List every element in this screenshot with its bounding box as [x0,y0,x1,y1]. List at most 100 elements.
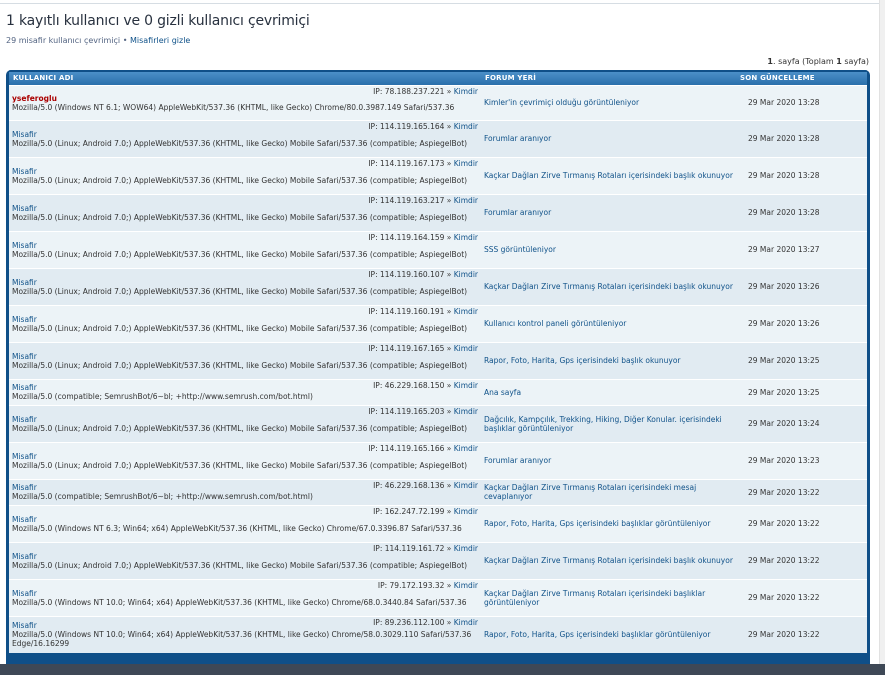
whois-link[interactable]: Kimdir [454,507,478,516]
online-users-table: KULLANICI ADI FORUM YERİ SON GÜNCELLEME … [9,70,867,653]
ip-address: IP: 114.119.160.191 [368,306,445,316]
user-agent: Mozilla/5.0 (Linux; Android 7.0;) AppleW… [12,360,468,370]
ip-address: IP: 46.229.168.150 [373,380,445,390]
user-agent: Mozilla/5.0 (Linux; Android 7.0;) AppleW… [12,323,468,333]
user-agent: Mozilla/5.0 (Linux; Android 7.0;) AppleW… [12,212,468,222]
guest-name: Misafir [12,514,37,524]
user-agent: Mozilla/5.0 (Linux; Android 7.0;) AppleW… [12,460,468,470]
forum-location-link[interactable]: Kaçkar Dağları Zirve Tırmanış Rotaları i… [484,589,705,607]
location-cell: Forumlar aranıyor [481,441,736,479]
forum-location-link[interactable]: Kaçkar Dağları Zirve Tırmanış Rotaları i… [484,171,733,180]
forum-location-link[interactable]: Rapor, Foto, Harita, Gps içerisindeki ba… [484,630,710,639]
whois-link[interactable]: Kimdir [454,618,478,627]
guest-name: Misafir [12,129,37,139]
pagination-info: 1. sayfa (Toplam 1 sayfa) [767,57,869,66]
forum-location-link[interactable]: Forumlar aranıyor [484,134,551,143]
whois-link[interactable]: Kimdir [454,381,478,390]
whois-link[interactable]: Kimdir [454,233,478,242]
whois-link[interactable]: Kimdir [454,307,478,316]
user-agent: Mozilla/5.0 (Linux; Android 7.0;) AppleW… [12,286,468,296]
user-agent: Mozilla/5.0 (compatible; SemrushBot/6~bl… [12,492,313,501]
last-update-cell: 29 Mar 2020 13:22 [736,541,867,579]
last-update-cell: 29 Mar 2020 13:22 [736,478,867,505]
ip-info: IP: 114.119.165.166 » Kimdir [368,443,478,453]
whois-link[interactable]: Kimdir [454,159,478,168]
last-update-cell: 29 Mar 2020 13:24 [736,404,867,442]
forum-location-link[interactable]: Dağcılık, Kampçılık, Trekking, Hiking, D… [484,415,722,433]
forum-location-link[interactable]: Forumlar aranıyor [484,208,551,217]
forum-location-link[interactable]: Kimler'in çevrimiçi olduğu görüntüleniyo… [484,98,639,107]
user-cell: IP: 114.119.165.166 » Kimdir Misafir Mozil… [9,441,481,479]
table-row: IP: 114.119.167.173 » Kimdir Misafir Mozil… [9,156,867,194]
location-cell: Rapor, Foto, Harita, Gps içerisindeki ba… [481,341,736,379]
ip-address: IP: 114.119.161.72 [373,543,445,553]
user-agent: Mozilla/5.0 (Windows NT 6.3; Win64; x64)… [12,523,462,533]
forum-location-link[interactable]: Forumlar aranıyor [484,456,551,465]
table-row: IP: 89.236.112.100 » Kimdir Misafir Mozill… [9,615,867,653]
total-label: sayfa) [841,57,869,66]
location-cell: Ana sayfa [481,378,736,405]
user-cell: IP: 114.119.160.107 » Kimdir Misafir Mozil… [9,267,481,305]
ip-info: IP: 46.229.168.150 » Kimdir [373,380,478,390]
forum-location-link[interactable]: Ana sayfa [484,388,521,397]
whois-link[interactable]: Kimdir [454,344,478,353]
location-cell: Kaçkar Dağları Zirve Tırmanış Rotaları i… [481,156,736,194]
whois-link[interactable]: Kimdir [454,581,478,590]
last-update-cell: 29 Mar 2020 13:22 [736,578,867,616]
ip-address: IP: 114.119.160.107 [368,269,445,279]
column-header-last-update[interactable]: SON GÜNCELLEME [736,70,867,85]
last-update-cell: 29 Mar 2020 13:22 [736,615,867,653]
guest-summary: 29 misafir kullanıcı çevrimiçi • Misafir… [6,36,190,45]
top-divider [0,3,885,4]
forum-location-link[interactable]: Kaçkar Dağları Zirve Tırmanış Rotaları i… [484,556,733,565]
ip-address: IP: 114.119.163.217 [368,195,445,205]
forum-location-link[interactable]: Rapor, Foto, Harita, Gps içerisindeki ba… [484,519,710,528]
user-cell: IP: 79.172.193.32 » Kimdir Misafir Mozilla… [9,578,481,616]
whois-link[interactable]: Kimdir [454,444,478,453]
whois-link[interactable]: Kimdir [454,87,478,96]
guest-name: Misafir [12,240,37,250]
location-cell: Rapor, Foto, Harita, Gps içerisindeki ba… [481,615,736,653]
user-cell: IP: 46.229.168.136 » Kimdir Misafir Mozill… [9,478,481,505]
table-row: IP: 114.119.165.164 » Kimdir Misafir Mozil… [9,119,867,157]
column-header-user[interactable]: KULLANICI ADI [9,70,481,85]
ip-address: IP: 114.119.167.173 [368,158,445,168]
user-cell: IP: 114.119.165.164 » Kimdir Misafir Mozil… [9,119,481,157]
ip-address: IP: 46.229.168.136 [373,480,445,490]
location-cell: Kaçkar Dağları Zirve Tırmanış Rotaları i… [481,478,736,505]
whois-link[interactable]: Kimdir [454,407,478,416]
user-cell: IP: 114.119.167.165 » Kimdir Misafir Mozil… [9,341,481,379]
ip-address: IP: 79.172.193.32 [377,580,445,590]
whois-link[interactable]: Kimdir [454,481,478,490]
table-row: IP: 114.119.165.203 » Kimdir Misafir Mozil… [9,404,867,442]
table-row: IP: 79.172.193.32 » Kimdir Misafir Mozilla… [9,578,867,616]
whois-link[interactable]: Kimdir [454,122,478,131]
online-users-panel: KULLANICI ADI FORUM YERİ SON GÜNCELLEME … [6,70,870,670]
ip-info: IP: 114.119.160.107 » Kimdir [368,269,478,279]
ip-info: IP: 78.188.237.221 » Kimdir [373,86,478,96]
table-row: IP: 114.119.161.72 » Kimdir Misafir Mozill… [9,541,867,579]
user-agent: Mozilla/5.0 (compatible; SemrushBot/6~bl… [12,392,313,401]
last-update-cell: 29 Mar 2020 13:25 [736,378,867,405]
forum-location-link[interactable]: Kullanıcı kontrol paneli görüntüleniyor [484,319,626,328]
hide-guests-link[interactable]: Misafirleri gizle [130,36,190,45]
whois-link[interactable]: Kimdir [454,196,478,205]
user-cell: IP: 78.188.237.221 » Kimdir yseferoglu Moz… [9,84,481,120]
last-update-cell: 29 Mar 2020 13:28 [736,84,867,120]
user-agent: Mozilla/5.0 (Linux; Android 7.0;) AppleW… [12,423,468,433]
column-header-location[interactable]: FORUM YERİ [481,70,736,85]
location-cell: Kaçkar Dağları Zirve Tırmanış Rotaları i… [481,267,736,305]
ip-info: IP: 89.236.112.100 » Kimdir [373,617,478,627]
forum-location-link[interactable]: Rapor, Foto, Harita, Gps içerisindeki ba… [484,356,681,365]
last-update-cell: 29 Mar 2020 13:23 [736,441,867,479]
location-cell: Kullanıcı kontrol paneli görüntüleniyor [481,304,736,342]
forum-location-link[interactable]: Kaçkar Dağları Zirve Tırmanış Rotaları i… [484,483,696,501]
whois-link[interactable]: Kimdir [454,544,478,553]
guest-count-text: 29 misafir kullanıcı çevrimiçi [6,36,121,45]
forum-location-link[interactable]: Kaçkar Dağları Zirve Tırmanış Rotaları i… [484,282,733,291]
forum-location-link[interactable]: SSS görüntüleniyor [484,245,556,254]
guest-name: Misafir [12,551,37,561]
whois-link[interactable]: Kimdir [454,270,478,279]
user-agent: Mozilla/5.0 (Windows NT 10.0; Win64; x64… [12,597,467,607]
ip-address: IP: 114.119.165.203 [368,406,445,416]
